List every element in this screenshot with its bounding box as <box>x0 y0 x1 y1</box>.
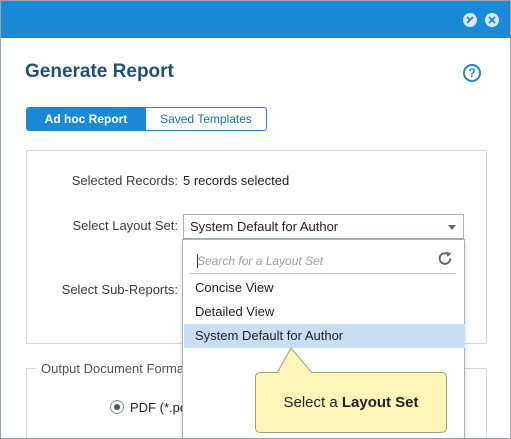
close-icon[interactable] <box>485 13 499 27</box>
layout-set-search-input[interactable] <box>190 248 456 274</box>
generate-report-dialog: Generate Report ? Ad hoc Report Saved Te… <box>0 0 511 439</box>
tooltip-text: Select a <box>283 394 342 411</box>
text-cursor <box>197 254 198 268</box>
layout-set-select[interactable]: System Default for Author <box>183 214 464 239</box>
layout-set-tooltip: Select a Layout Set <box>255 372 447 433</box>
dialog-title: Generate Report <box>25 61 174 82</box>
selected-records-value: 5 records selected <box>183 173 290 188</box>
pdf-radio[interactable] <box>110 400 124 414</box>
dialog-titlebar <box>1 1 510 38</box>
minimize-icon[interactable] <box>463 13 477 27</box>
layout-option-system-default[interactable]: System Default for Author <box>184 324 465 348</box>
layout-set-selected-value: System Default for Author <box>190 219 339 234</box>
selected-records-label: Selected Records: <box>71 173 178 188</box>
layout-option-detailed-view[interactable]: Detailed View <box>184 300 465 324</box>
layout-set-label: Select Layout Set: <box>72 218 178 233</box>
sub-reports-label: Select Sub-Reports: <box>61 282 178 297</box>
output-format-title: Output Document Format <box>36 361 192 376</box>
refresh-icon[interactable] <box>436 250 454 268</box>
chevron-down-icon[interactable] <box>448 225 456 230</box>
help-icon[interactable]: ? <box>463 64 481 82</box>
tooltip-bold-text: Layout Set <box>341 394 419 411</box>
pdf-radio-label: PDF (*.pdf) <box>130 400 182 415</box>
tab-ad-hoc-report[interactable]: Ad hoc Report <box>26 107 146 131</box>
layout-option-concise-view[interactable]: Concise View <box>184 276 465 300</box>
report-type-tabs: Ad hoc Report Saved Templates <box>26 107 267 131</box>
tab-saved-templates[interactable]: Saved Templates <box>146 107 267 131</box>
